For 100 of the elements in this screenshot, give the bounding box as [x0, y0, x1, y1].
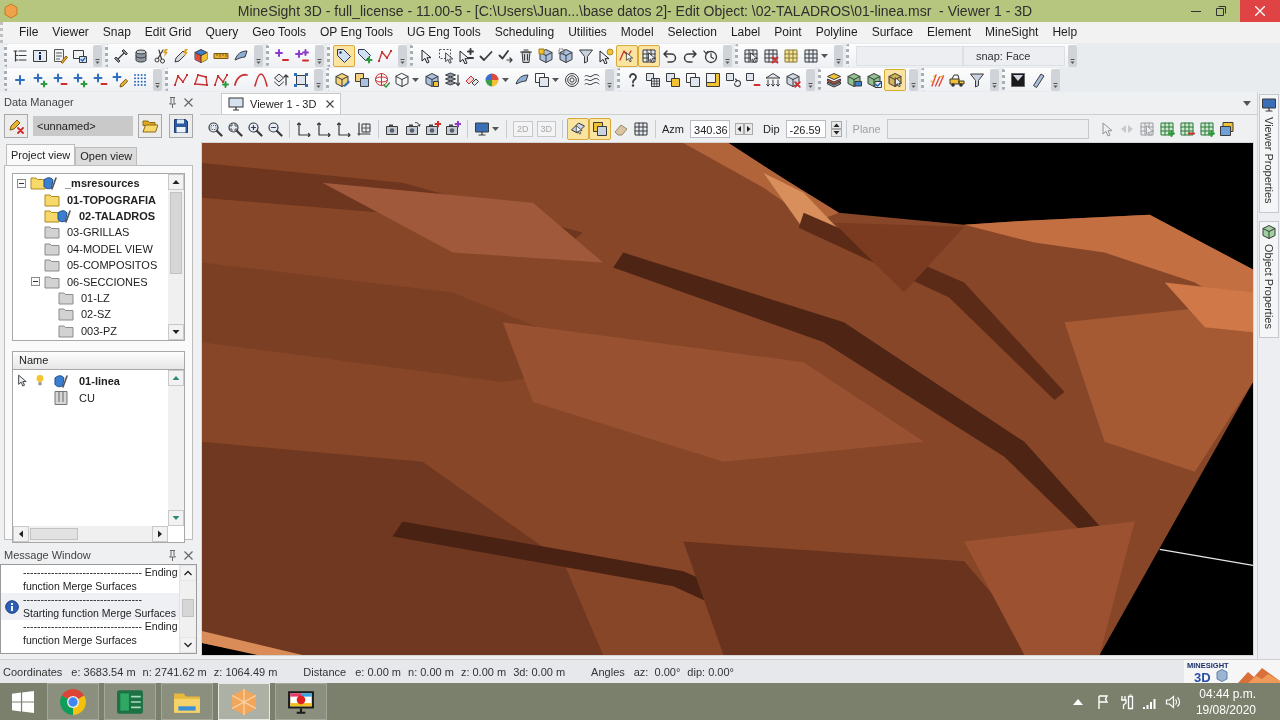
database-icon[interactable] [133, 47, 149, 64]
scroll-right-icon[interactable] [152, 526, 168, 542]
scroll-down-icon[interactable] [168, 324, 184, 340]
squares-icon[interactable] [685, 71, 701, 88]
select-box-icon[interactable] [438, 47, 454, 64]
stacked-panels-icon[interactable] [1218, 121, 1235, 137]
spin-down-icon[interactable] [830, 129, 842, 137]
clear-button[interactable] [4, 114, 28, 138]
speaker-icon[interactable] [1164, 693, 1181, 710]
menu-item[interactable]: Label [723, 23, 768, 42]
menu-item[interactable]: Surface [864, 23, 921, 42]
caret-icon[interactable] [552, 77, 559, 82]
scrollbar-thumb[interactable] [30, 528, 78, 540]
cube-monitor-icon[interactable] [846, 71, 862, 88]
tab[interactable]: Open view [75, 147, 138, 165]
plus-remove-icon[interactable] [52, 71, 68, 88]
polyline-add-icon[interactable] [213, 71, 229, 88]
restore-icon[interactable] [1216, 6, 1226, 16]
pointer-icon[interactable] [418, 47, 434, 64]
cubes-icon[interactable] [354, 71, 370, 88]
polyline-icon[interactable] [377, 47, 393, 64]
scrollbar-thumb[interactable] [170, 192, 182, 274]
toolbar-overflow-icon[interactable] [314, 68, 323, 91]
menu-item[interactable]: Geo Tools [245, 23, 314, 42]
log-message[interactable]: ---------------------------------- Starting function Merge Surfaces [1, 593, 179, 621]
dip-field[interactable]: -26.59 [785, 120, 826, 138]
square-stack-icon[interactable] [665, 71, 681, 88]
layers-icon[interactable] [826, 71, 842, 88]
rod-icon[interactable] [1030, 71, 1046, 88]
wire-cube-icon[interactable] [394, 71, 410, 88]
toolbar-overflow-icon[interactable] [909, 68, 918, 91]
camera-rotate-icon[interactable] [405, 121, 421, 137]
menu-item[interactable]: File [12, 23, 46, 42]
scrollbar[interactable] [13, 526, 168, 542]
toolbar-overflow-icon[interactable] [990, 68, 999, 91]
light-bulb-icon[interactable] [36, 374, 44, 387]
squares-icon[interactable] [534, 71, 550, 88]
scroll-down-icon[interactable] [180, 637, 196, 653]
tree-item[interactable]: _msresources [13, 175, 168, 192]
plus-minus-icon[interactable] [274, 47, 290, 64]
redo-icon[interactable] [682, 47, 698, 64]
plus-pencil-icon[interactable] [112, 71, 128, 88]
toolbar-overflow-icon[interactable] [1051, 68, 1060, 91]
menu-item[interactable]: Point [767, 23, 809, 42]
viewer-tab[interactable]: Viewer 1 - 3D [221, 93, 342, 114]
caret-up-icon[interactable] [1072, 698, 1083, 705]
menu-item[interactable]: Query [198, 23, 246, 42]
tree-item[interactable]: 04-MODEL VIEW [13, 240, 168, 257]
grid-icon[interactable] [803, 47, 819, 64]
grid-add-icon[interactable] [1158, 121, 1175, 137]
menu-item[interactable]: MineSight [978, 23, 1046, 42]
scroll-up-icon[interactable] [168, 174, 184, 190]
toolbar-overflow-icon[interactable] [1068, 44, 1077, 67]
tree-item[interactable]: 01-TOPOGRAFIA [13, 191, 168, 208]
tree-item[interactable]: 05-COMPOSITOS [13, 256, 168, 274]
tag-icon[interactable] [333, 44, 355, 67]
scissors-icon[interactable] [153, 47, 169, 64]
curved-sheet-icon[interactable] [514, 71, 530, 88]
column-header[interactable]: Name [12, 351, 185, 370]
cube-add-icon[interactable] [538, 47, 554, 64]
double-plus-icon[interactable] [294, 47, 310, 64]
dark-frame-icon[interactable] [1010, 71, 1026, 88]
grid-pointer-icon[interactable] [743, 47, 759, 64]
pointer-bulb-icon[interactable] [598, 47, 614, 64]
toolbar-overflow-icon[interactable] [806, 68, 815, 91]
log-message[interactable]: ---------------------------------- Ending function Merge Surfaces [1, 620, 179, 648]
waves-icon[interactable] [584, 71, 600, 88]
object-item[interactable]: 01-linea [13, 372, 168, 389]
tree-item[interactable]: 03-GRILLAS [13, 224, 168, 241]
close-icon[interactable] [184, 97, 193, 107]
tag-add-icon[interactable] [357, 47, 373, 64]
close-icon[interactable] [326, 100, 335, 108]
plus-remove-icon[interactable] [92, 71, 108, 88]
grid-delete-icon[interactable] [763, 47, 779, 64]
pin-icon[interactable] [168, 96, 177, 108]
tab[interactable]: Project view [6, 144, 76, 165]
caret-icon[interactable] [502, 77, 509, 82]
spin-right-icon[interactable] [744, 123, 754, 135]
plus-add-icon[interactable] [32, 71, 48, 88]
target-icon[interactable] [564, 71, 580, 88]
polyline-icon[interactable] [173, 71, 189, 88]
toolbar-overflow-icon[interactable] [723, 44, 732, 67]
pointer-plus-minus-icon[interactable] [458, 47, 474, 64]
menu-item[interactable]: UG Eng Tools [399, 23, 488, 42]
terrain-3d-view-drawing[interactable] [201, 142, 1254, 656]
axes-grid-icon[interactable] [356, 121, 372, 137]
squares-overlap-icon[interactable] [589, 118, 612, 140]
box-select-icon[interactable] [293, 71, 309, 88]
toolbar-overflow-icon[interactable] [315, 44, 324, 67]
dots-grid-icon[interactable] [132, 71, 148, 88]
funnel-icon[interactable] [969, 71, 985, 88]
object-item[interactable]: CU [13, 389, 168, 406]
grid-remove-icon[interactable] [1178, 121, 1195, 137]
toolbar-overflow-icon[interactable] [398, 44, 407, 67]
info-icon[interactable] [32, 47, 48, 64]
menu-item[interactable]: Selection [660, 23, 724, 42]
stack-down-icon[interactable] [444, 71, 460, 88]
clock-date[interactable]: 19/08/2020 [1195, 701, 1256, 718]
document-edit-icon[interactable] [52, 47, 68, 64]
window-check-icon[interactable] [72, 47, 88, 64]
